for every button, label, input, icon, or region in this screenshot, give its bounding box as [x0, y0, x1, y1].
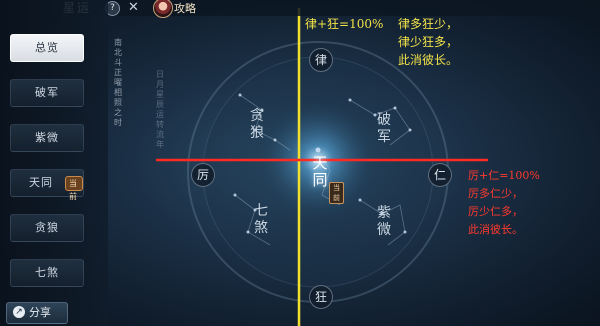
star-tanlang[interactable]: 贪狼	[249, 108, 265, 142]
star-pojun[interactable]: 破军	[376, 112, 392, 146]
sidebar-item-label: 七煞	[35, 266, 59, 279]
ring-label-top: 律	[309, 48, 333, 72]
vertical-axis-line-1: 律多狂少，	[398, 17, 459, 31]
sidebar-item-overview[interactable]: 总览	[10, 34, 84, 62]
star-ziwei[interactable]: 紫微	[376, 205, 392, 239]
sidebar-item-label: 破军	[35, 86, 59, 99]
sidebar-item-qisha[interactable]: 七煞	[10, 259, 84, 287]
horizontal-axis-line-3: 此消彼长。	[468, 223, 523, 236]
ring-label-right: 仁	[428, 163, 452, 187]
sidebar-item-label: 天同	[29, 176, 53, 189]
poem-column: 日月星辰运转流年	[156, 70, 164, 149]
sidebar-item-tiantong[interactable]: 天同 当前	[10, 169, 84, 201]
sidebar-item-ziwei[interactable]: 紫微	[10, 124, 84, 152]
horizontal-axis-line-2: 厉少仁多，	[468, 205, 523, 218]
share-label: 分享	[29, 306, 51, 319]
sidebar-item-label: 紫微	[35, 131, 59, 144]
current-tag: 当前	[329, 182, 344, 204]
ring-label-left: 厉	[191, 163, 215, 187]
horizontal-axis-title: 厉+仁=100%	[468, 169, 540, 182]
sidebar-item-label: 贪狼	[35, 221, 59, 234]
star-qisha[interactable]: 七煞	[253, 203, 269, 237]
vertical-axis-line-2: 律少狂多，	[398, 35, 459, 49]
share-icon: ↗	[13, 306, 25, 318]
poem-column: 南北斗正曜相照之时	[114, 38, 122, 127]
sidebar-item-label: 总览	[35, 41, 59, 54]
guide-button[interactable]: 攻略	[174, 0, 196, 16]
horizontal-axis-line-1: 厉多仁少，	[468, 187, 523, 200]
close-icon[interactable]: ✕	[128, 0, 139, 15]
sidebar-item-pojun[interactable]: 破军	[10, 79, 84, 107]
ring-label-bottom: 狂	[309, 285, 333, 309]
share-button[interactable]: ↗ 分享	[6, 302, 68, 324]
vertical-axis-line-3: 此消彼长。	[398, 53, 459, 67]
star-tiantong[interactable]: 天同	[312, 155, 328, 189]
current-badge: 当前	[65, 176, 83, 201]
vertical-axis-title: 律+狂=100%	[305, 17, 384, 31]
sidebar-item-tanlang[interactable]: 贪狼	[10, 214, 84, 242]
